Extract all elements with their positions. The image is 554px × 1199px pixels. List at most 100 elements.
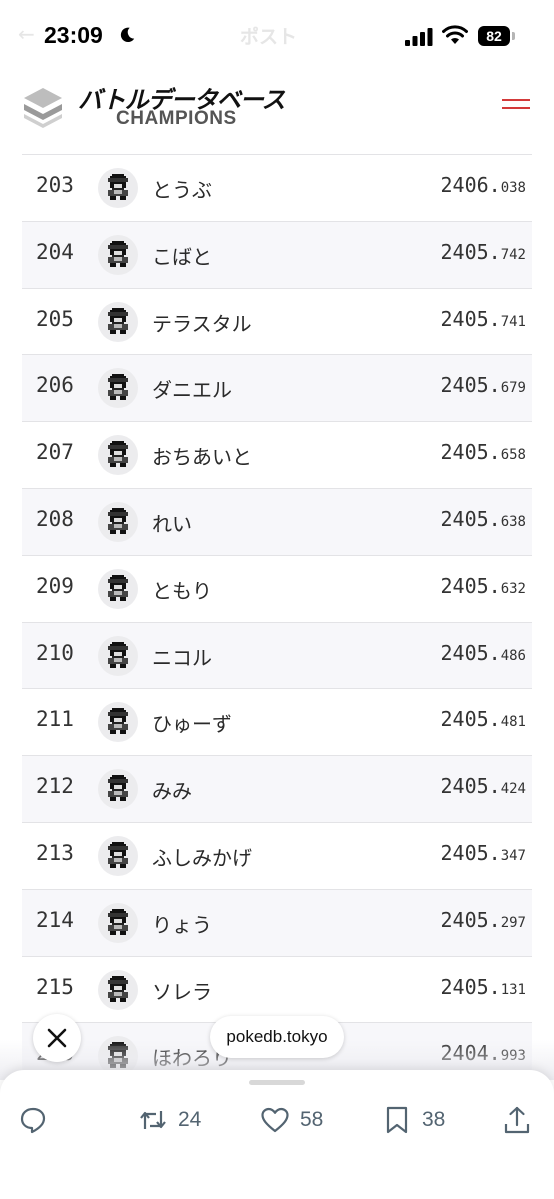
player-rating: 2405.347 [440,841,526,865]
trainer-avatar [98,969,138,1010]
retweet-icon [140,1111,166,1129]
trainer-avatar [98,635,138,676]
rating-decimal: 347 [500,847,526,864]
rank-number: 215 [36,974,74,999]
moon-icon [120,27,135,43]
player-name: ひゅーず [152,712,232,737]
rating-decimal: 486 [500,647,526,664]
player-name: おちあいと [152,445,252,470]
rating-decimal: 638 [500,513,526,530]
retweet-button[interactable]: 24 [138,1104,201,1136]
rating-integer: 2405. [440,506,501,531]
rating-integer: 2405. [440,707,501,732]
rating-integer: 2405. [440,573,501,598]
rating-integer: 2405. [440,306,501,331]
leaderboard-row[interactable]: 213 ふしみかげ 2405.347 [22,821,532,889]
url-chip[interactable]: pokedb.tokyo [210,1016,344,1058]
player-rating: 2406.038 [440,173,526,197]
rating-decimal: 424 [500,781,526,798]
rating-integer: 2405. [440,774,501,799]
player-rating: 2405.679 [440,373,526,397]
rating-decimal: 481 [500,714,526,731]
reply-icon [20,1107,46,1134]
leaderboard-row[interactable]: 203 とうぶ 2406.038 [22,154,532,221]
like-button[interactable]: 58 [260,1104,323,1136]
rating-decimal: 038 [500,180,526,196]
trainer-avatar [98,568,138,609]
hamburger-menu-icon[interactable] [500,94,532,116]
leaderboard-row[interactable]: 207 おちあいと 2405.658 [22,421,532,488]
rank-number: 213 [36,840,74,865]
rank-number: 212 [36,774,74,799]
player-rating: 2405.131 [440,975,526,999]
player-rating: 2405.632 [440,574,526,598]
leaderboard-row[interactable]: 211 ひゅーず 2405.481 [22,688,532,755]
rating-integer: 2405. [440,373,501,398]
leaderboard-row[interactable]: 204 こばと 2405.742 [22,220,532,288]
pixel-trainer-icon [108,240,128,267]
rating-decimal: 131 [500,981,526,998]
leaderboard-row[interactable]: 208 れい 2405.638 [22,487,532,555]
player-rating: 2405.297 [440,908,526,932]
share-button[interactable] [502,1104,532,1136]
pixel-trainer-icon [108,507,128,534]
leaderboard-row[interactable]: 215 ソレラ 2405.131 [22,955,532,1023]
battery-cap [512,32,515,40]
rank-number: 207 [36,440,74,465]
post-action-bar: 24 58 38 [0,1070,554,1199]
pixel-trainer-icon [108,641,128,668]
leaderboard-row[interactable]: 206 ダニエル 2405.679 [22,354,532,422]
rating-decimal: 632 [500,580,526,597]
rating-decimal: 742 [500,246,526,263]
leaderboard-row[interactable]: 214 りょう 2405.297 [22,888,532,956]
player-name: こばと [152,244,212,269]
player-name: とうぶ [152,178,212,202]
player-name: ともり [152,578,212,603]
reply-button[interactable] [18,1104,48,1136]
rank-number: 206 [36,373,74,398]
rating-decimal: 679 [500,380,526,397]
player-rating: 2405.481 [440,707,526,731]
pixel-trainer-icon [108,574,128,601]
rank-number: 214 [36,907,74,932]
pixel-trainer-icon [108,908,128,935]
player-name: ダニエル [152,378,232,403]
heart-icon [261,1107,289,1133]
pixel-trainer-icon [108,841,128,868]
bookmark-button[interactable]: 38 [382,1104,445,1136]
logo-english-text[interactable]: CHAMPIONS [116,108,237,130]
leaderboard-row[interactable]: 209 ともり 2405.632 [22,554,532,622]
leaderboard-row[interactable]: 205 テラスタル 2405.741 [22,287,532,355]
rating-integer: 2405. [440,640,501,665]
player-name: ソレラ [152,979,212,1004]
rating-integer: 2405. [440,907,501,932]
trainer-avatar [98,769,138,810]
trainer-avatar [98,168,138,208]
share-icon [504,1106,530,1134]
logo-icon[interactable] [20,84,66,130]
rating-integer: 2406. [440,173,501,197]
pixel-trainer-icon [108,441,128,468]
close-icon [47,1028,67,1048]
cellular-signal-icon [405,28,433,46]
rank-number: 205 [36,306,74,331]
player-name: みみ [152,779,192,804]
trainer-avatar [98,702,138,743]
pixel-trainer-icon [108,174,128,200]
leaderboard-row[interactable]: 212 みみ 2405.424 [22,755,532,822]
site-header: バトルデータベース CHAMPIONS [0,70,554,150]
pixel-trainer-icon [108,708,128,735]
close-button[interactable] [33,1014,81,1062]
leaderboard-table: 203 とうぶ 2406.038 204 こばと 2405.742 205 テラ… [22,154,532,1090]
back-arrow-icon[interactable]: ← [18,22,35,46]
player-name: ニコル [152,645,212,670]
leaderboard-row[interactable]: 210 ニコル 2405.486 [22,621,532,689]
player-rating: 2405.741 [440,307,526,331]
player-rating: 2405.658 [440,440,526,464]
rating-integer: 2405. [440,440,501,465]
sheet-drag-handle[interactable] [249,1080,305,1085]
rating-decimal: 658 [500,447,526,464]
player-rating: 2405.638 [440,507,526,531]
rating-decimal: 741 [500,313,526,330]
like-count: 58 [300,1108,324,1131]
